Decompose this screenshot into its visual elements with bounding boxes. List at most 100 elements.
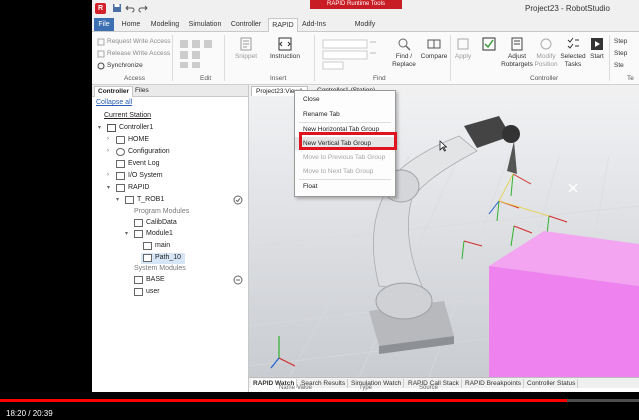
tab-rapid[interactable]: RAPID [268, 18, 298, 32]
procedure-icon [143, 254, 152, 262]
release-write-access-button[interactable]: Release Write Access [107, 50, 170, 57]
tab-file[interactable]: File [94, 18, 114, 31]
compare-icon [427, 39, 441, 49]
tree-item-t-rob1[interactable]: T_ROB1 [137, 196, 164, 203]
contextual-tab-label: RAPID Runtime Tools [310, 0, 402, 9]
ribbon-separator [450, 35, 451, 81]
menu-item-float[interactable]: Float [295, 180, 395, 193]
synchronize-icon [97, 62, 105, 70]
ribbon-separator [314, 35, 315, 81]
tree-item-controller1[interactable]: Controller1 [119, 124, 153, 131]
synchronize-button[interactable]: Synchronize [107, 62, 143, 69]
tree-item-main[interactable]: main [155, 242, 170, 249]
compare-button[interactable]: Compare [420, 37, 448, 61]
menu-item-close[interactable]: Close [295, 93, 395, 106]
check-circle-icon [233, 195, 243, 205]
tree-item-calibdata[interactable]: CalibData [146, 219, 177, 226]
tab-home[interactable]: Home [118, 18, 144, 31]
video-timestamp: 18:20 / 20:39 [6, 409, 53, 418]
find-replace-button[interactable]: Find / Replace [389, 37, 419, 69]
step-out-button[interactable]: Ste [614, 62, 624, 69]
tab-controller-browser[interactable]: Controller [94, 86, 134, 97]
controller-browser: Controller Files Collapse all Current St… [92, 85, 249, 392]
expand-chevron-icon[interactable]: › [107, 136, 109, 142]
request-write-access-button[interactable]: Request Write Access [107, 38, 170, 45]
menu-item-rename-tab[interactable]: Rename Tab [295, 108, 395, 121]
tree-item-module1[interactable]: Module1 [146, 230, 173, 237]
selected-tasks-icon [567, 37, 579, 49]
collapse-chevron-icon[interactable]: ▾ [107, 184, 110, 191]
task-icon [125, 196, 134, 204]
column-value: Value [297, 385, 312, 391]
ribbon-separator [224, 35, 225, 81]
tree-item-home[interactable]: HOME [128, 136, 149, 143]
step-over-button[interactable]: Step [614, 50, 627, 57]
module-icon [134, 219, 143, 227]
request-write-icon [97, 38, 105, 46]
io-system-icon [116, 172, 125, 180]
menu-item-move-to-next-tab-group[interactable]: Move to Next Tab Group [295, 165, 395, 178]
folder-icon [116, 136, 125, 144]
modify-position-label: Modify Position [534, 53, 558, 68]
step-in-button[interactable]: Step [614, 38, 627, 45]
tree-item-configuration[interactable]: Configuration [128, 148, 170, 155]
procedure-icon [143, 242, 152, 250]
tree-item-path-10[interactable]: Path_10 [155, 254, 181, 261]
modify-position-button[interactable]: Modify Position [532, 37, 560, 69]
tree-item-event-log[interactable]: Event Log [128, 160, 160, 167]
program-modules-label: Program Modules [134, 208, 190, 215]
column-source: Source [419, 385, 439, 391]
group-label-test: Te [627, 75, 634, 82]
start-button[interactable]: Start [587, 37, 607, 61]
group-label-find: Find [373, 75, 386, 82]
minus-circle-icon [233, 275, 243, 285]
tab-controller[interactable]: Controller [227, 18, 265, 31]
redo-icon[interactable] [138, 3, 148, 13]
adjust-robtargets-icon [511, 37, 523, 51]
apply-icon [457, 38, 469, 50]
snippet-button[interactable]: Snippet [228, 37, 264, 61]
group-label-edit: Edit [200, 75, 212, 82]
video-controls-bar [0, 392, 639, 420]
tab-simulation[interactable]: Simulation [186, 18, 224, 31]
tab-files[interactable]: Files [132, 86, 152, 96]
modify-position-icon [540, 38, 552, 50]
rapid-icon [116, 184, 125, 192]
tab-modify[interactable]: Modify [350, 18, 380, 31]
expand-chevron-icon[interactable]: › [107, 172, 109, 178]
app-logo-icon: R [95, 3, 106, 14]
ribbon-separator [172, 35, 173, 81]
start-label: Start [590, 53, 604, 60]
selected-tasks-button[interactable]: Selected Tasks [560, 37, 586, 69]
expand-chevron-icon[interactable]: › [107, 148, 109, 154]
save-icon[interactable] [112, 3, 122, 13]
navigation-controls-icon[interactable] [322, 38, 382, 70]
group-label-controller: Controller [530, 75, 559, 82]
release-write-icon [97, 50, 105, 58]
menu-item-move-to-previous-tab-group[interactable]: Move to Previous Tab Group [295, 151, 395, 164]
adjust-robtargets-label: Adjust Robtargets [501, 53, 533, 68]
window-title: Project23 - RobotStudio [525, 4, 610, 13]
undo-icon[interactable] [125, 3, 135, 13]
check-program-button[interactable] [476, 37, 502, 53]
tree-item-base[interactable]: BASE [146, 276, 165, 283]
snippet-icon [240, 37, 252, 51]
edit-tools-icon[interactable] [178, 38, 218, 70]
module-icon [134, 288, 143, 296]
collapse-chevron-icon[interactable]: ▾ [125, 230, 128, 237]
3d-viewport[interactable]: Project23:View1 Controller1 (Station) [249, 85, 639, 377]
tree-item-io-system[interactable]: I/O System [128, 172, 163, 179]
apply-button[interactable]: Apply [452, 37, 474, 61]
mouse-cursor-icon [439, 140, 447, 152]
tab-add-ins[interactable]: Add-Ins [299, 18, 329, 31]
tree-item-user[interactable]: user [146, 288, 160, 295]
collapse-chevron-icon[interactable]: ▾ [98, 124, 101, 131]
collapse-chevron-icon[interactable]: ▾ [116, 196, 119, 203]
instruction-button[interactable]: Instruction [265, 37, 305, 61]
adjust-robtargets-button[interactable]: Adjust Robtargets [500, 37, 534, 69]
collapse-all-link[interactable]: Collapse all [96, 99, 132, 106]
column-type: Type [359, 385, 373, 391]
tree-item-rapid[interactable]: RAPID [128, 184, 149, 191]
ribbon: Request Write Access Release Write Acces… [92, 32, 639, 85]
tab-modeling[interactable]: Modeling [147, 18, 183, 31]
